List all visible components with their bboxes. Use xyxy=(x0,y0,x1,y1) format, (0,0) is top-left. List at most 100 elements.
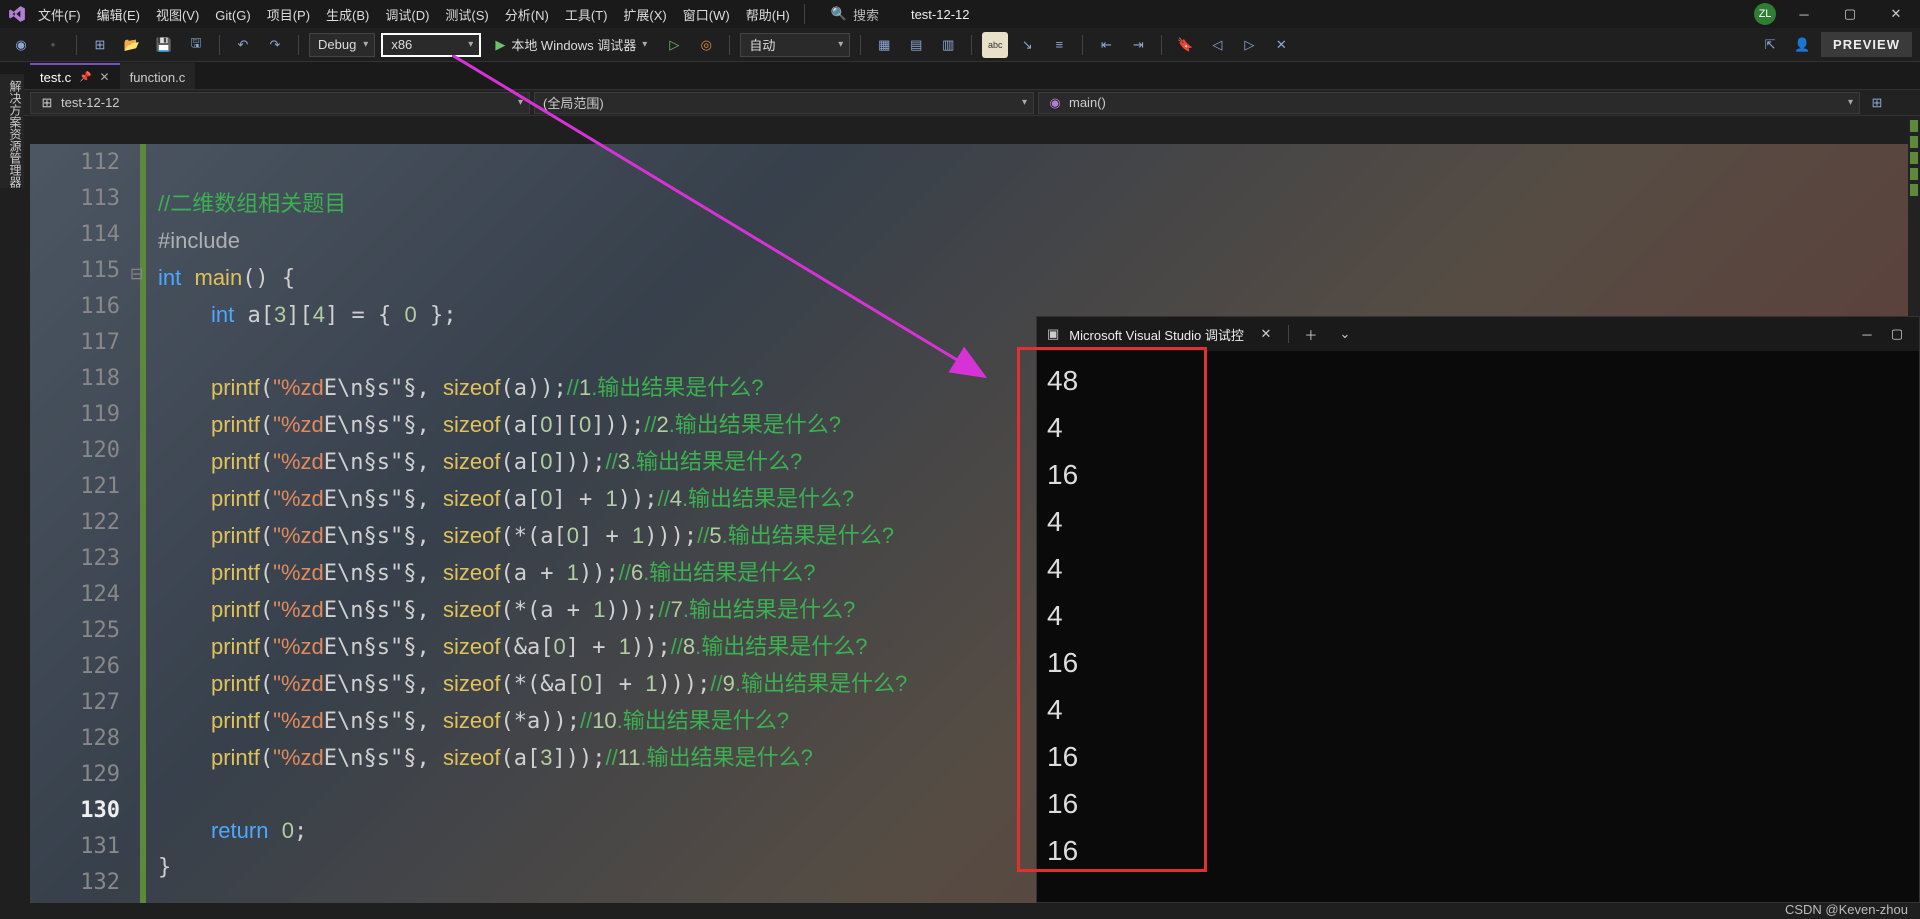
menu-git[interactable]: Git(G) xyxy=(207,4,258,27)
undo-button[interactable]: ↶ xyxy=(230,32,256,58)
line-number: 130 xyxy=(30,798,120,823)
tab-dropdown-button[interactable]: ⌄ xyxy=(1333,322,1357,346)
live-share-button[interactable]: 👤 xyxy=(1789,32,1815,58)
file-tab-function-c[interactable]: function.c xyxy=(120,63,196,89)
tab-close-button[interactable]: ✕ xyxy=(1254,322,1278,346)
line-number: 125 xyxy=(30,618,120,643)
line-number: 132 xyxy=(30,870,120,895)
line-number: 123 xyxy=(30,546,120,571)
bookmark-button[interactable]: 🔖 xyxy=(1172,32,1198,58)
pin-icon[interactable]: 📌 xyxy=(79,72,91,83)
separator xyxy=(298,35,299,55)
menu-扩展[interactable]: 扩展(X) xyxy=(615,4,674,27)
search-icon: 🔍 xyxy=(831,6,847,22)
search-box[interactable]: 🔍 搜索 xyxy=(831,5,879,24)
tb-btn-1[interactable]: ▦ xyxy=(871,32,897,58)
share-button[interactable]: ⇱ xyxy=(1757,32,1783,58)
console-title-bar[interactable]: ▣ Microsoft Visual Studio 调试控 ✕ ＋ ⌄ ─ ▢ xyxy=(1037,317,1919,351)
menu-文件[interactable]: 文件(F) xyxy=(30,4,89,27)
start-nodebug-button[interactable]: ▷ xyxy=(661,32,687,58)
separator xyxy=(971,35,972,55)
line-number: 128 xyxy=(30,726,120,751)
new-item-button[interactable]: ⊞ xyxy=(87,32,113,58)
console-output[interactable]: 48416444164161616 xyxy=(1037,351,1919,880)
menu-项目[interactable]: 项目(P) xyxy=(259,4,318,27)
close-tab-icon[interactable]: ✕ xyxy=(100,70,110,84)
nav-func-label: main() xyxy=(1069,95,1106,110)
menu-生成[interactable]: 生成(B) xyxy=(318,4,377,27)
solution-name: test-12-12 xyxy=(911,7,970,22)
menu-视图[interactable]: 视图(V) xyxy=(148,4,207,27)
nav-split-button[interactable]: ⊞ xyxy=(1864,90,1890,116)
minimize-button[interactable]: ─ xyxy=(1786,2,1822,26)
new-tab-button[interactable]: ＋ xyxy=(1299,322,1323,346)
close-button[interactable]: ✕ xyxy=(1878,2,1914,26)
redo-button[interactable]: ↷ xyxy=(262,32,288,58)
menu-工具[interactable]: 工具(T) xyxy=(557,4,616,27)
line-number: 113 xyxy=(30,186,120,211)
line-number: 116 xyxy=(30,294,120,319)
code-body[interactable]: //二维数组相关题目 #include int main() { int a[3… xyxy=(158,150,907,886)
editor-tab-bar: test.c📌✕function.c xyxy=(0,62,1920,90)
line-number: 124 xyxy=(30,582,120,607)
maximize-button[interactable]: ▢ xyxy=(1832,2,1868,26)
platform-combo[interactable]: x86 xyxy=(381,33,481,57)
tb-btn-4[interactable]: ↘ xyxy=(1014,32,1040,58)
user-avatar[interactable]: ZL xyxy=(1754,3,1776,25)
open-button[interactable]: 📂 xyxy=(119,32,145,58)
fold-toggle-icon[interactable]: ⊟ xyxy=(130,264,143,284)
save-button[interactable]: 💾 xyxy=(151,32,177,58)
start-debug-button[interactable]: ▶ 本地 Windows 调试器 ▾ xyxy=(487,33,655,57)
preview-button[interactable]: PREVIEW xyxy=(1821,32,1912,57)
nav-project-combo[interactable]: ⊞ test-12-12 xyxy=(30,92,530,114)
menu-帮助[interactable]: 帮助(H) xyxy=(738,4,798,27)
bookmark-clear-button[interactable]: ✕ xyxy=(1268,32,1294,58)
line-number: 120 xyxy=(30,438,120,463)
menu-窗口[interactable]: 窗口(W) xyxy=(675,4,738,27)
line-number: 129 xyxy=(30,762,120,787)
auto-combo[interactable]: 自动 xyxy=(740,33,850,57)
console-title: Microsoft Visual Studio 调试控 xyxy=(1069,325,1244,344)
menu-编辑[interactable]: 编辑(E) xyxy=(89,4,148,27)
project-icon: ⊞ xyxy=(39,95,55,111)
line-number: 127 xyxy=(30,690,120,715)
nav-scope-label: (全局范围) xyxy=(543,93,604,112)
bookmark-prev-button[interactable]: ◁ xyxy=(1204,32,1230,58)
menu-bar: 文件(F)编辑(E)视图(V)Git(G)项目(P)生成(B)调试(D)测试(S… xyxy=(0,0,1920,28)
nav-bar: ⊞ test-12-12 (全局范围) ◉ main() ⊞ xyxy=(0,90,1920,116)
line-number: 122 xyxy=(30,510,120,535)
line-number: 112 xyxy=(30,150,120,175)
save-all-button[interactable]: 🖫 xyxy=(183,32,209,58)
tb-btn-5[interactable]: ≡ xyxy=(1046,32,1072,58)
nav-scope-combo[interactable]: (全局范围) xyxy=(534,92,1034,114)
search-placeholder: 搜索 xyxy=(853,5,879,24)
tb-btn-2[interactable]: ▤ xyxy=(903,32,929,58)
config-combo[interactable]: Debug xyxy=(309,33,375,57)
line-number: 131 xyxy=(30,834,120,859)
nav-func-combo[interactable]: ◉ main() xyxy=(1038,92,1860,114)
vs-logo-icon xyxy=(6,3,28,25)
console-max-button[interactable]: ▢ xyxy=(1885,322,1909,346)
file-tab-test-c[interactable]: test.c📌✕ xyxy=(30,63,120,89)
debugger-label: 本地 Windows 调试器 xyxy=(511,35,636,54)
line-number: 126 xyxy=(30,654,120,679)
line-number: 114 xyxy=(30,222,120,247)
nav-project-label: test-12-12 xyxy=(61,95,120,110)
menu-测试[interactable]: 测试(S) xyxy=(437,4,496,27)
line-number: 121 xyxy=(30,474,120,499)
separator xyxy=(804,4,805,24)
line-number: 117 xyxy=(30,330,120,355)
solution-explorer-tab[interactable]: 解决方案资源管理器 xyxy=(0,74,24,188)
nav-fwd-button[interactable]: • xyxy=(40,32,66,58)
console-min-button[interactable]: ─ xyxy=(1855,322,1879,346)
menu-分析[interactable]: 分析(N) xyxy=(497,4,557,27)
bookmark-next-button[interactable]: ▷ xyxy=(1236,32,1262,58)
tb-btn-3[interactable]: ▥ xyxy=(935,32,961,58)
nav-back-button[interactable]: ◉ xyxy=(8,32,34,58)
indent-inc-button[interactable]: ⇥ xyxy=(1125,32,1151,58)
target-button[interactable]: ◎ xyxy=(693,32,719,58)
spellcheck-button[interactable]: abc xyxy=(982,32,1008,58)
indent-dec-button[interactable]: ⇤ xyxy=(1093,32,1119,58)
separator xyxy=(729,35,730,55)
menu-调试[interactable]: 调试(D) xyxy=(377,4,437,27)
